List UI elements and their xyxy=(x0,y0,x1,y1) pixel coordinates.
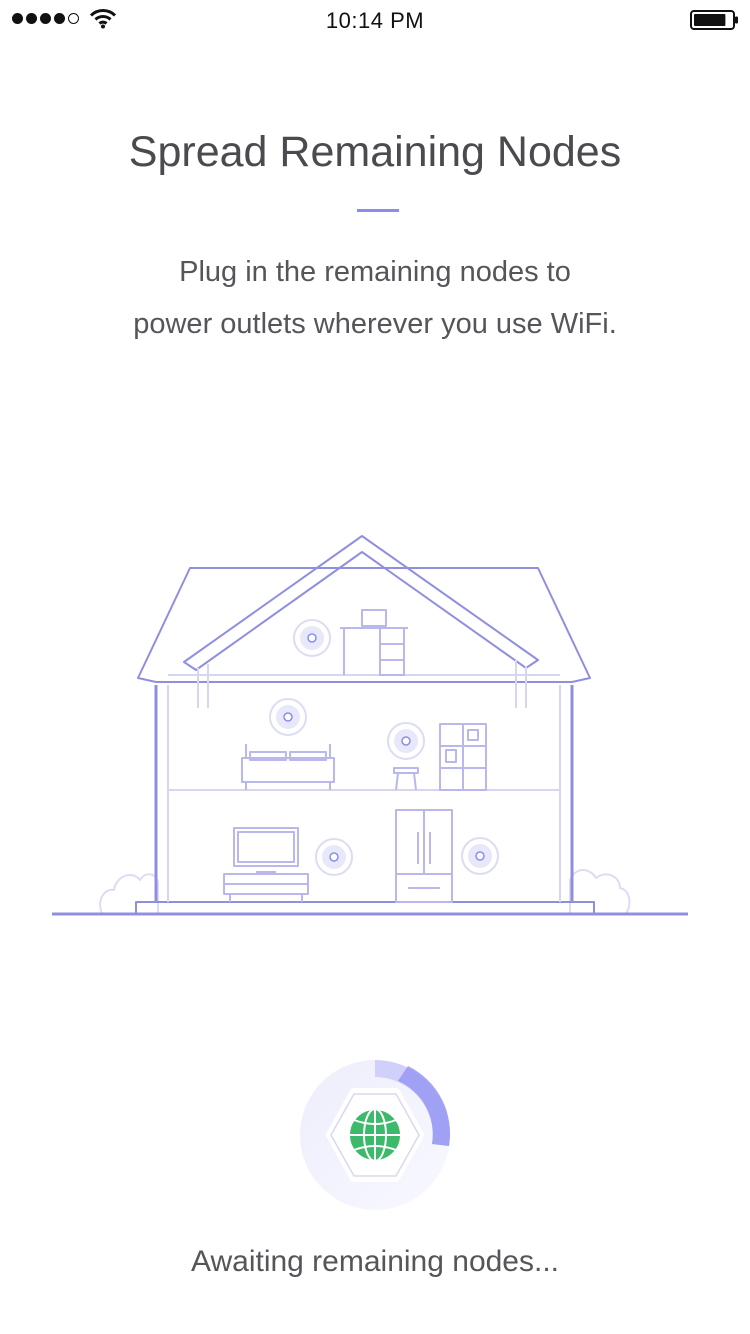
fridge-icon xyxy=(395,809,453,903)
status-bar: 10:14 PM xyxy=(0,0,750,40)
title-divider xyxy=(357,209,399,212)
tv-icon xyxy=(223,827,309,902)
status-message: Awaiting remaining nodes... xyxy=(191,1245,559,1278)
instructions-line-2: power outlets wherever you use WiFi. xyxy=(133,308,617,340)
page-title: Spread Remaining Nodes xyxy=(128,128,622,176)
status-time: 10:14 PM xyxy=(325,8,425,33)
wifi-node-icon xyxy=(387,722,425,760)
wifi-node-icon xyxy=(315,838,353,876)
gable xyxy=(183,535,539,671)
desk-icon xyxy=(340,609,408,676)
wifi-node-icon xyxy=(461,837,499,875)
loading-spinner xyxy=(300,1060,451,1210)
side-table-icon xyxy=(393,767,419,791)
bed-icon xyxy=(241,744,335,790)
wifi-node-icon xyxy=(293,619,331,657)
shelf-icon xyxy=(439,723,487,791)
house-base xyxy=(135,901,595,915)
bush-left xyxy=(99,873,159,915)
battery-icon xyxy=(690,10,738,30)
bush-right xyxy=(569,869,631,915)
wifi-node-icon xyxy=(269,698,307,736)
instructions-line-1: Plug in the remaining nodes to xyxy=(179,256,571,288)
instructions-text: Plug in the remaining nodes to power out… xyxy=(75,246,675,350)
globe-icon xyxy=(348,1108,402,1162)
house-illustration xyxy=(52,535,688,916)
